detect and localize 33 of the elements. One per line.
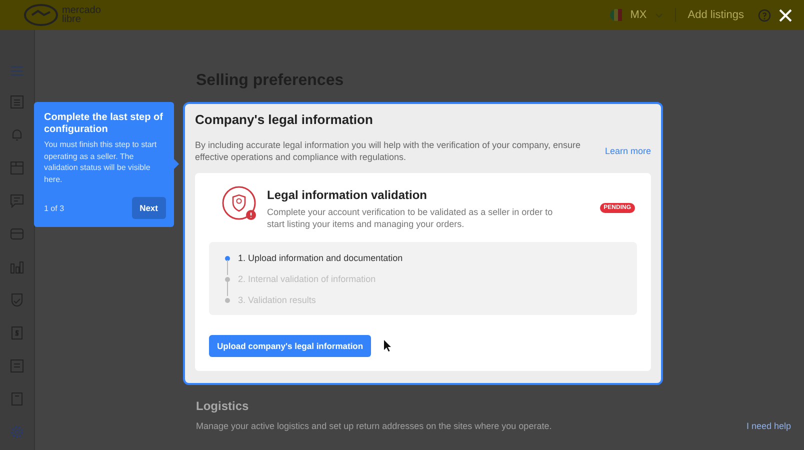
learn-more-link[interactable]: Learn more xyxy=(604,146,651,156)
help-icon[interactable] xyxy=(758,8,771,22)
section-description: Manage your active logistics and set up return addresses on the sites where you operate. xyxy=(196,421,552,431)
bar-chart-icon[interactable] xyxy=(10,260,24,274)
box-icon[interactable] xyxy=(10,161,24,175)
chat-icon[interactable] xyxy=(10,194,24,208)
section-title: Logistics xyxy=(196,399,250,413)
receipt-icon[interactable] xyxy=(10,359,24,373)
upload-button[interactable]: Upload company's legal information xyxy=(209,335,372,357)
step-counter: 1 of 3 xyxy=(44,204,64,212)
validation-title: Legal information validation xyxy=(267,188,428,202)
tooltip-text: You must finish this step to start operating as a seller. The validation status will be visible here. xyxy=(44,139,158,185)
step-label: 1. Upload information and documentation xyxy=(238,253,403,263)
list-icon[interactable] xyxy=(10,95,24,109)
menu-icon[interactable] xyxy=(11,66,23,76)
dollar-receipt-icon[interactable] xyxy=(10,326,24,340)
mouse-cursor-icon xyxy=(384,340,392,352)
gear-icon[interactable] xyxy=(10,425,24,439)
store-icon[interactable] xyxy=(10,227,24,241)
bell-icon[interactable] xyxy=(10,128,24,142)
card-description: By including accurate legal information you will help with the verification of your company, ensure effective operations and compliance with regulations. xyxy=(195,139,582,163)
card-title: Company's legal information xyxy=(195,112,374,127)
help-link[interactable]: I need help xyxy=(746,421,791,431)
shield-alert-icon xyxy=(221,185,259,223)
add-listings-link[interactable]: Add listings xyxy=(688,9,744,21)
validation-description: Complete your account verification to be validated as a seller in order to start listing your items and managing your orders. xyxy=(267,206,554,230)
country-selector[interactable]: MX xyxy=(630,9,647,21)
shield-check-icon[interactable] xyxy=(10,293,24,307)
next-button[interactable]: Next xyxy=(132,197,166,219)
close-icon[interactable] xyxy=(779,8,792,22)
tooltip-title: Complete the last step of configuration xyxy=(44,112,164,136)
document-icon[interactable] xyxy=(10,392,24,406)
mexico-flag-icon xyxy=(610,9,622,21)
